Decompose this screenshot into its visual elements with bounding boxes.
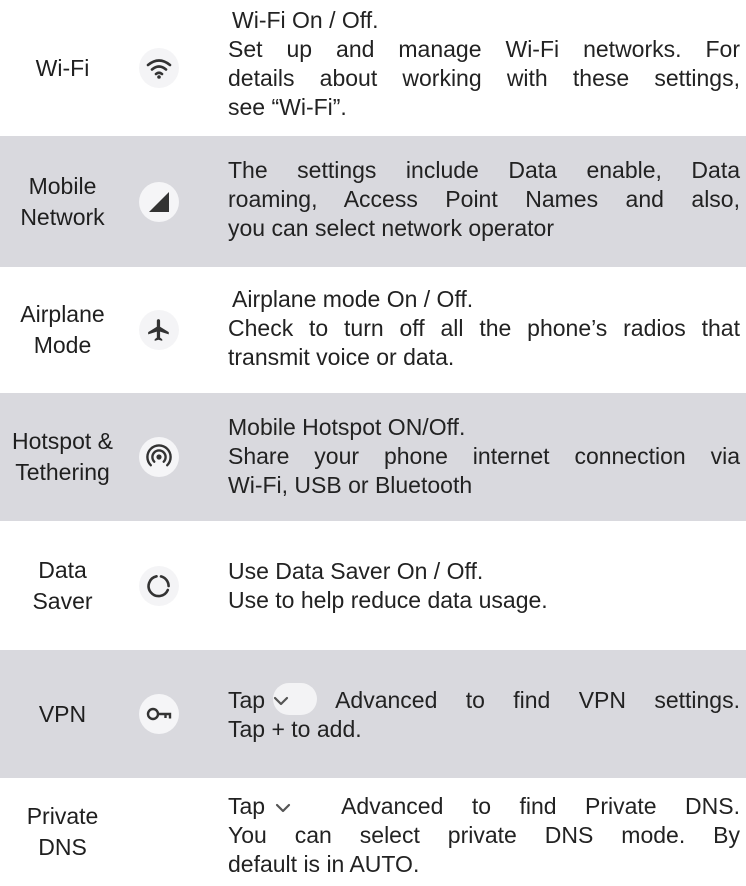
row-description: Use Data Saver On / Off. Use to help red…: [228, 557, 740, 615]
signal-icon: [139, 181, 179, 222]
key-icon: [139, 694, 179, 734]
desc-line: see “Wi-Fi”.: [228, 94, 347, 120]
airplane-icon: [139, 310, 179, 350]
row-description: Wi-Fi On / Off. Set up and manage Wi-Fi …: [228, 6, 740, 122]
desc-line: Use Data Saver On / Off.: [228, 558, 484, 584]
row-description: The settings include Data enable, Data r…: [228, 156, 740, 243]
desc-text: Advanced to find Private DNS.: [341, 793, 740, 819]
desc-line: default is in AUTO.: [228, 851, 420, 877]
label-text: Airplane: [20, 301, 105, 327]
row-data-saver: Data Saver Use Data Saver On / Off. Use …: [0, 521, 746, 650]
row-description: Tap Advanced to find VPN settings. Tap + …: [228, 682, 740, 744]
row-description: Airplane mode On / Off. Check to turn of…: [228, 285, 740, 372]
desc-line: Wi-Fi, USB or Bluetooth: [228, 472, 473, 498]
desc-line: You can select private DNS mode. By: [228, 822, 740, 848]
desc-line: roaming, Access Point Names and also,: [228, 186, 740, 212]
row-vpn: VPN Tap Advanced to find VPN settings. Ta…: [0, 650, 746, 778]
desc-line: Mobile Hotspot ON/Off.: [228, 414, 466, 440]
desc-line: transmit voice or data.: [228, 344, 455, 370]
row-label: Data Saver: [0, 555, 125, 617]
data-saver-icon: [139, 565, 179, 606]
desc-line: you can select network operator: [228, 215, 555, 241]
row-airplane-mode: Airplane Mode Airplane mode On / Off. Ch…: [0, 267, 746, 393]
row-label: Wi-Fi: [0, 53, 125, 84]
row-wifi: Wi-Fi Wi-Fi On / Off. Set up and manage …: [0, 0, 746, 136]
label-text: Saver: [32, 587, 93, 614]
label-text: Mobile: [28, 172, 97, 199]
label-text: Data: [38, 556, 87, 583]
label-text: VPN: [38, 700, 87, 727]
label-text: Mode: [33, 332, 92, 358]
label-text: Network: [20, 203, 105, 230]
desc-text: Advanced to find VPN settings.: [335, 687, 740, 713]
row-description: Mobile Hotspot ON/Off. Share your phone …: [228, 413, 740, 500]
desc-line: Tap + to add.: [228, 716, 362, 742]
row-label: Mobile Network: [0, 171, 125, 233]
row-mobile-network: Mobile Network The settings include Data…: [0, 136, 746, 267]
row-private-dns: Private DNS Tap Advanced to find Private …: [0, 778, 746, 886]
desc-text: Tap: [228, 793, 266, 819]
row-description: Tap Advanced to find Private DNS. You can…: [228, 792, 740, 879]
label-text: Hotspot &: [12, 428, 113, 454]
row-label: Private DNS: [0, 801, 125, 863]
desc-line: Airplane mode On / Off.: [232, 286, 474, 312]
label-text: Private: [26, 803, 99, 829]
row-label: Hotspot & Tethering: [0, 426, 125, 488]
row-label: VPN: [0, 699, 125, 730]
label-text: DNS: [38, 834, 87, 860]
desc-text: Tap: [228, 687, 266, 713]
chevron-down-icon: [275, 791, 319, 819]
desc-line: Share your phone internet connection via: [228, 443, 740, 469]
row-hotspot-tethering: Hotspot & Tethering Mobile Hotspot ON/Of…: [0, 393, 746, 521]
desc-line: The settings include Data enable, Data: [228, 157, 740, 183]
desc-line: Check to turn off all the phone’s radios…: [228, 315, 740, 341]
label-text: Tethering: [15, 459, 110, 485]
desc-line: Use to help reduce data usage.: [228, 587, 548, 613]
settings-table: Wi-Fi Wi-Fi On / Off. Set up and manage …: [0, 0, 746, 886]
desc-line: details about working with these setting…: [228, 65, 740, 91]
wifi-icon: [139, 48, 179, 88]
chevron-down-icon: [273, 682, 318, 715]
hotspot-icon: [139, 437, 179, 477]
label-text: Wi-Fi: [35, 54, 90, 81]
desc-line: Wi-Fi On / Off.: [232, 7, 379, 33]
desc-line: Set up and manage Wi-Fi networks. For: [228, 36, 740, 62]
row-label: Airplane Mode: [0, 299, 125, 361]
